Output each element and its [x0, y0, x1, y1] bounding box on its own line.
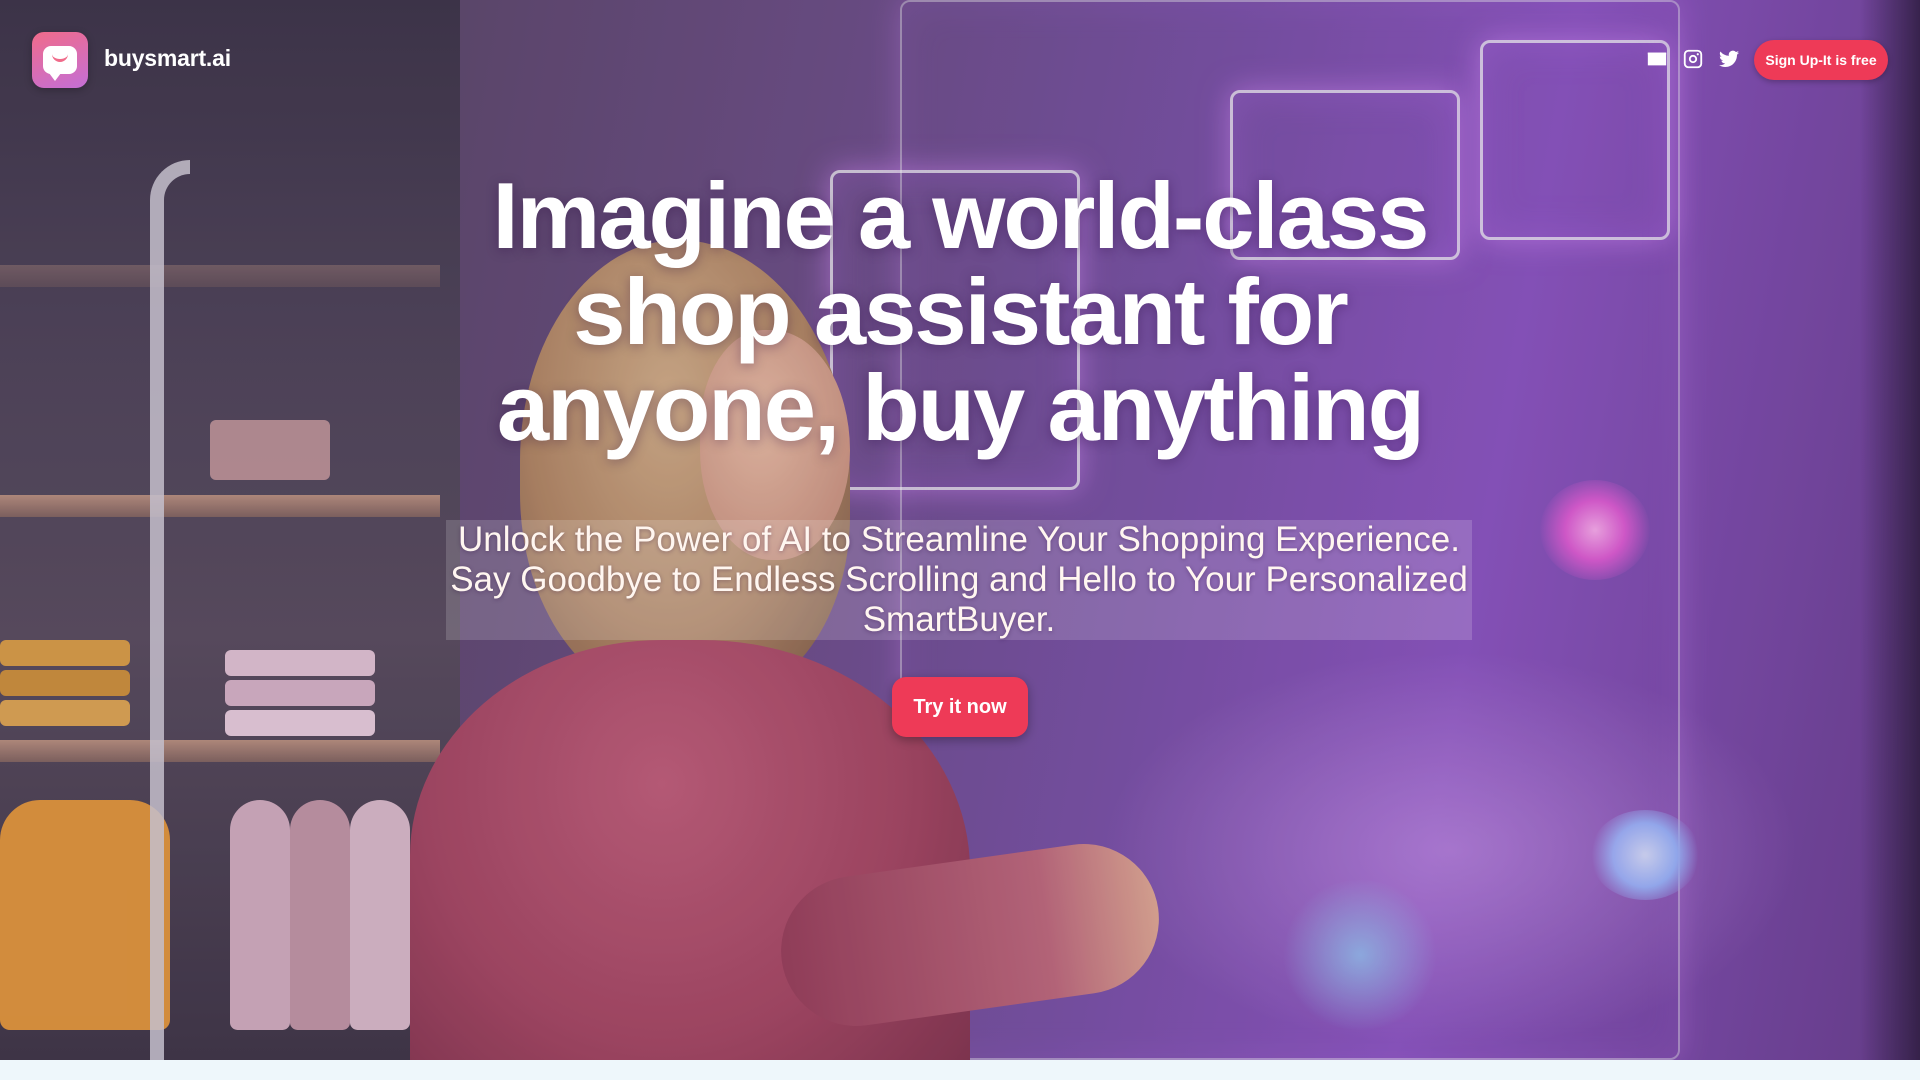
try-it-now-button[interactable]: Try it now — [892, 677, 1028, 737]
hero-headline: Imagine a world-class shop assistant for… — [492, 163, 1430, 460]
instagram-icon[interactable] — [1680, 46, 1706, 72]
page-bottom-strip — [0, 1060, 1920, 1080]
signup-button[interactable]: Sign Up-It is free — [1754, 40, 1888, 80]
brand-name[interactable]: buysmart.ai — [104, 45, 231, 72]
hero-section: buysmart.ai Sign Up-It is free Imagine a… — [0, 0, 1920, 1060]
site-header: buysmart.ai Sign Up-It is free — [0, 0, 1920, 120]
chat-bubble-icon — [43, 46, 77, 81]
brand-logo[interactable] — [32, 32, 88, 88]
twitter-icon[interactable] — [1716, 46, 1742, 72]
hero-subtext: Unlock the Power of AI to Streamline You… — [450, 520, 1468, 639]
mail-icon[interactable] — [1644, 46, 1670, 72]
